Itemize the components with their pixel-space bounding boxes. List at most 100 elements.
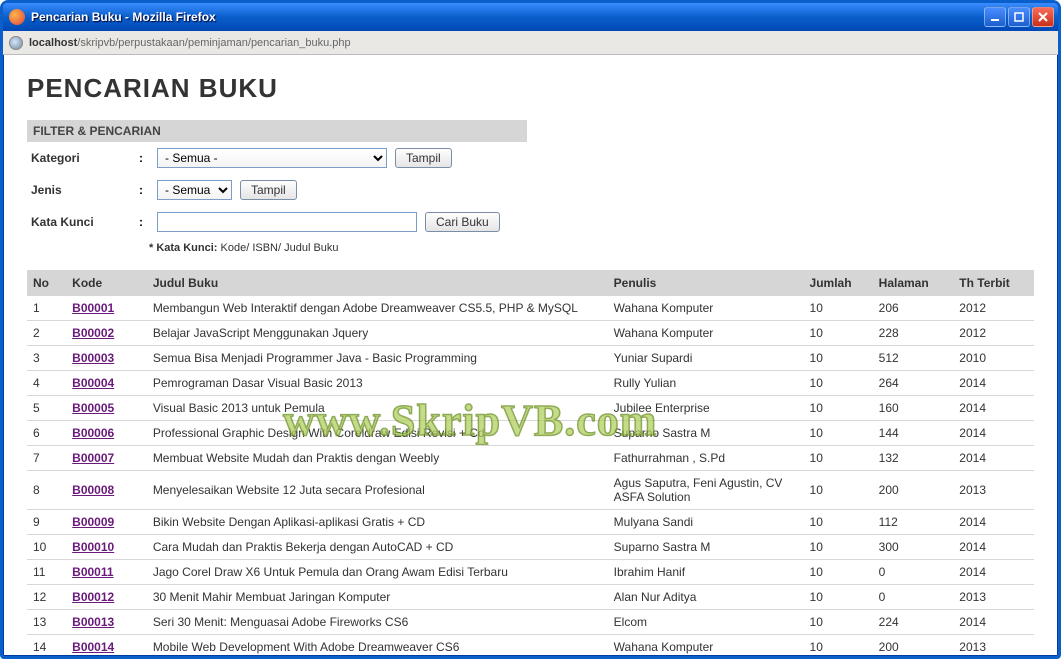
table-row: 3 B00003 Semua Bisa Menjadi Programmer Jav… xyxy=(27,346,1034,371)
table-row: 8B00008Menyelesaikan Website 12 Juta sec… xyxy=(27,471,1034,510)
cell-judul: 30 Menit Mahir Membuat Jaringan Komputer xyxy=(147,585,608,610)
cell-penulis: Ibrahim Hanif xyxy=(608,560,804,585)
kode-link[interactable]: B00001 xyxy=(72,301,114,315)
cell-judul: Cara Mudah dan Praktis Bekerja dengan Au… xyxy=(147,535,608,560)
cell-halaman: 132 xyxy=(873,446,954,471)
page-viewport[interactable]: PENCARIAN BUKU FILTER & PENCARIAN Katego… xyxy=(3,55,1058,656)
cell-th: 2013 xyxy=(953,585,1034,610)
kode-link[interactable]: B00004 xyxy=(72,376,114,390)
cell-no: 6 xyxy=(27,421,66,446)
cell-th: 2014 xyxy=(953,560,1034,585)
table-row: 13B00013Seri 30 Menit: Menguasai Adobe F… xyxy=(27,610,1034,635)
close-button[interactable] xyxy=(1032,7,1054,27)
cell-jumlah: 10 xyxy=(804,346,873,371)
cell-halaman: 228 xyxy=(873,321,954,346)
page-title: PENCARIAN BUKU xyxy=(27,73,1034,104)
kode-link[interactable]: B00002 xyxy=(72,326,114,340)
cell-penulis: Suparno Sastra M xyxy=(608,535,804,560)
kode-link[interactable]: B00013 xyxy=(72,615,114,629)
cell-kode: B00001 xyxy=(66,296,147,321)
cell-th: 2014 xyxy=(953,371,1034,396)
jenis-label: Jenis xyxy=(31,183,131,197)
kode-link[interactable]: B00005 xyxy=(72,401,114,415)
cell-jumlah: 10 xyxy=(804,446,873,471)
kode-link[interactable]: B00008 xyxy=(72,483,114,497)
kode-link[interactable]: B00012 xyxy=(72,590,114,604)
table-row: 2B00002Belajar JavaScript Menggunakan Jq… xyxy=(27,321,1034,346)
col-no: No xyxy=(27,270,66,296)
cell-kode: B00010 xyxy=(66,535,147,560)
cell-penulis: Rully Yulian xyxy=(608,371,804,396)
cell-penulis: Suparno Sastra M xyxy=(608,421,804,446)
cell-th: 2014 xyxy=(953,421,1034,446)
table-header: No Kode Judul Buku Penulis Jumlah Halama… xyxy=(27,270,1034,296)
kategori-tampil-button[interactable]: Tampil xyxy=(395,148,452,168)
col-halaman: Halaman xyxy=(873,270,954,296)
cell-judul: Mobile Web Development With Adobe Dreamw… xyxy=(147,635,608,657)
maximize-button[interactable] xyxy=(1008,7,1030,27)
cell-penulis: Jubilee Enterprise xyxy=(608,396,804,421)
filter-row-kategori: Kategori : - Semua - Tampil xyxy=(27,142,527,174)
minimize-button[interactable] xyxy=(984,7,1006,27)
cell-penulis: Yuniar Supardi xyxy=(608,346,804,371)
cell-penulis: Wahana Komputer xyxy=(608,321,804,346)
table-row: 10 B00010 Cara Mudah dan Praktis Bekerja d… xyxy=(27,535,1034,560)
kode-link[interactable]: B00003 xyxy=(72,351,114,365)
cell-penulis: Fathurrahman , S.Pd xyxy=(608,446,804,471)
kode-link[interactable]: B00006 xyxy=(72,426,114,440)
col-penulis: Penulis xyxy=(608,270,804,296)
filter-panel: FILTER & PENCARIAN Kategori : - Semua - … xyxy=(27,120,527,254)
table-row: 5B00005Visual Basic 2013 untuk PemulaJub… xyxy=(27,396,1034,421)
jenis-tampil-button[interactable]: Tampil xyxy=(240,180,297,200)
cell-judul: Menyelesaikan Website 12 Juta secara Pro… xyxy=(147,471,608,510)
table-row: 7B00007Membuat Website Mudah dan Praktis… xyxy=(27,446,1034,471)
cell-th: 2014 xyxy=(953,396,1034,421)
cell-jumlah: 10 xyxy=(804,560,873,585)
address-bar[interactable]: localhost/skripvb/perpustakaan/peminjama… xyxy=(3,31,1058,55)
table-row: 4B00004Pemrograman Dasar Visual Basic 20… xyxy=(27,371,1034,396)
filter-row-jenis: Jenis : - Semua - Tampil xyxy=(27,174,527,206)
cell-halaman: 144 xyxy=(873,421,954,446)
cell-judul: Jago Corel Draw X6 Untuk Pemula dan Oran… xyxy=(147,560,608,585)
cell-th: 2014 xyxy=(953,510,1034,535)
cell-jumlah: 10 xyxy=(804,535,873,560)
filter-header: FILTER & PENCARIAN xyxy=(27,120,527,142)
cell-no: 3 xyxy=(27,346,66,371)
cell-th: 2012 xyxy=(953,321,1034,346)
cell-no: 5 xyxy=(27,396,66,421)
table-row: 1B00001Membangun Web Interaktif dengan A… xyxy=(27,296,1034,321)
kategori-label: Kategori xyxy=(31,151,131,165)
cell-penulis: Wahana Komputer xyxy=(608,296,804,321)
kode-link[interactable]: B00014 xyxy=(72,640,114,654)
cell-judul: Belajar JavaScript Menggunakan Jquery xyxy=(147,321,608,346)
cell-kode: B00008 xyxy=(66,471,147,510)
site-identity-icon xyxy=(9,36,23,50)
cell-halaman: 512 xyxy=(873,346,954,371)
cell-no: 9 xyxy=(27,510,66,535)
filter-row-katakunci: Kata Kunci : Cari Buku xyxy=(27,206,527,238)
col-judul: Judul Buku xyxy=(147,270,608,296)
kode-link[interactable]: B00009 xyxy=(72,515,114,529)
cari-buku-button[interactable]: Cari Buku xyxy=(425,212,500,232)
cell-halaman: 200 xyxy=(873,635,954,657)
cell-th: 2014 xyxy=(953,610,1034,635)
titlebar: Pencarian Buku - Mozilla Firefox xyxy=(3,3,1058,31)
cell-judul: Semua Bisa Menjadi Programmer Java - Bas… xyxy=(147,346,608,371)
url-text: localhost/skripvb/perpustakaan/peminjama… xyxy=(29,37,351,49)
col-th: Th Terbit xyxy=(953,270,1034,296)
cell-halaman: 160 xyxy=(873,396,954,421)
kode-link[interactable]: B00007 xyxy=(72,451,114,465)
cell-kode: B00011 xyxy=(66,560,147,585)
window-controls xyxy=(984,7,1054,27)
katakunci-input[interactable] xyxy=(157,212,417,232)
cell-judul: Membuat Website Mudah dan Praktis dengan… xyxy=(147,446,608,471)
cell-kode: B00005 xyxy=(66,396,147,421)
cell-judul: Membangun Web Interaktif dengan Adobe Dr… xyxy=(147,296,608,321)
cell-judul: Professional Graphic Design With Coreldr… xyxy=(147,421,608,446)
kode-link[interactable]: B00011 xyxy=(72,565,113,579)
col-kode: Kode xyxy=(66,270,147,296)
kategori-select[interactable]: - Semua - xyxy=(157,148,387,168)
kode-link[interactable]: B00010 xyxy=(72,540,114,554)
jenis-select[interactable]: - Semua - xyxy=(157,180,232,200)
cell-jumlah: 10 xyxy=(804,635,873,657)
